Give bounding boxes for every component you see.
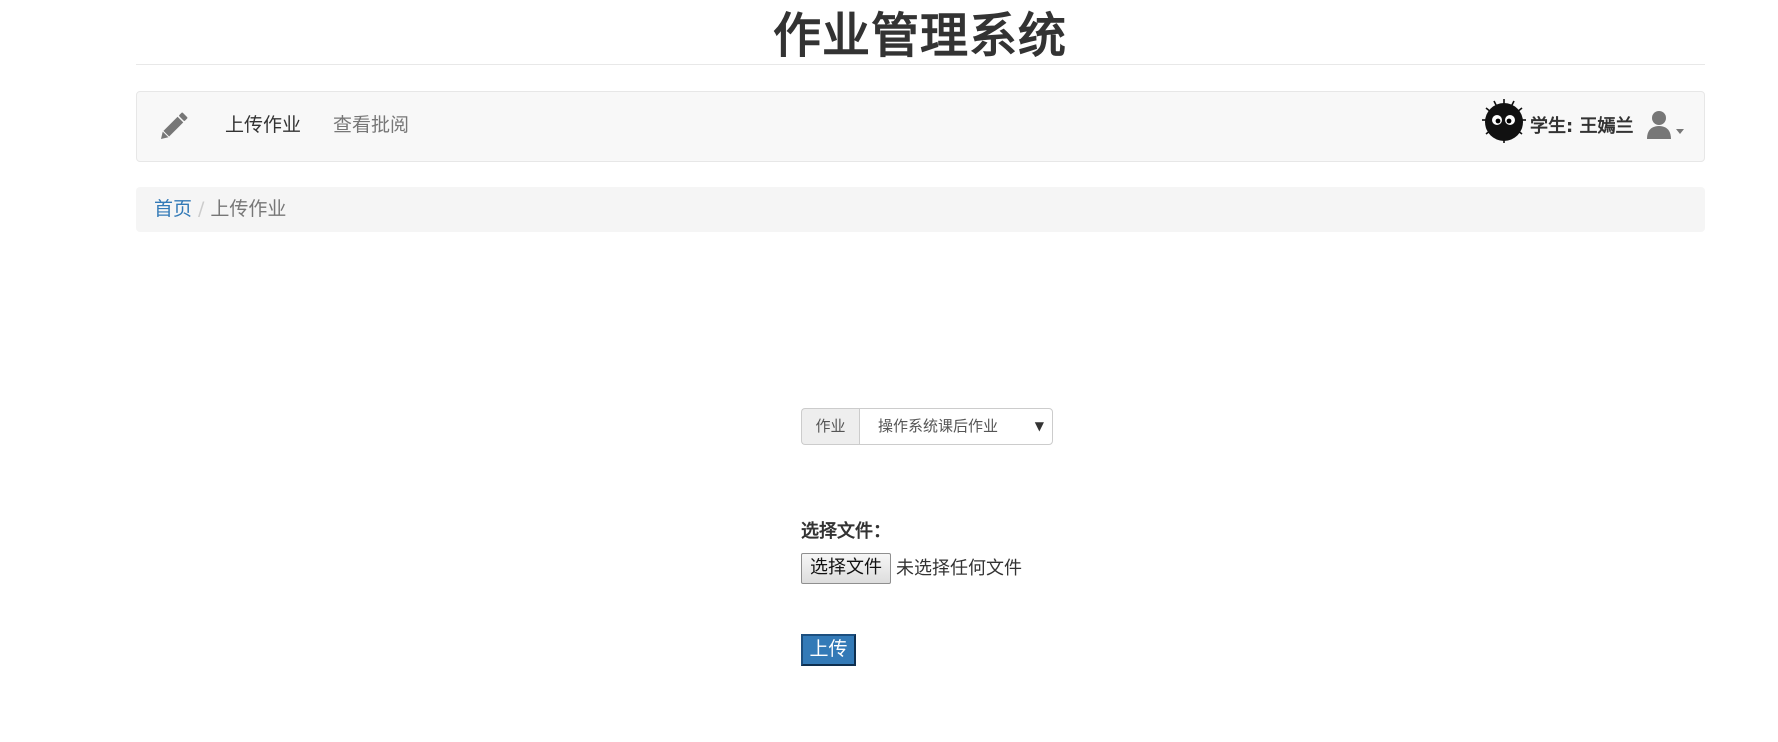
breadcrumb: 首页 / 上传作业	[136, 187, 1705, 232]
file-status: 未选择任何文件	[896, 558, 1022, 579]
choose-file-button[interactable]: 选择文件	[801, 553, 891, 584]
breadcrumb-home-link[interactable]: 首页	[154, 198, 192, 220]
upload-submit-button[interactable]: 上传	[801, 634, 856, 666]
breadcrumb-current: 上传作业	[210, 198, 287, 220]
user-icon[interactable]	[1645, 109, 1687, 143]
nav-link-view-review[interactable]: 查看批阅	[333, 112, 409, 138]
user-label: 学生: 王嫣兰	[1530, 116, 1634, 137]
assignment-select[interactable]: 操作系统课后作业 ▼	[859, 408, 1053, 445]
nav-link-upload-homework[interactable]: 上传作业	[225, 112, 301, 138]
page-title: 作业管理系统	[772, 8, 1067, 64]
assignment-addon-label: 作业	[801, 408, 859, 445]
avatar	[1482, 99, 1526, 143]
assignment-input-group: 作业 操作系统课后作业 ▼	[801, 408, 1053, 445]
top-navbar: 上传作业 查看批阅 学生: 王嫣兰	[136, 91, 1705, 162]
caret-down-icon: ▼	[1034, 419, 1044, 433]
file-label: 选择文件：	[801, 521, 891, 542]
assignment-selected-value: 操作系统课后作业	[878, 417, 999, 435]
breadcrumb-separator: /	[198, 198, 205, 220]
pencil-icon[interactable]	[155, 109, 191, 145]
title-divider	[136, 64, 1705, 65]
